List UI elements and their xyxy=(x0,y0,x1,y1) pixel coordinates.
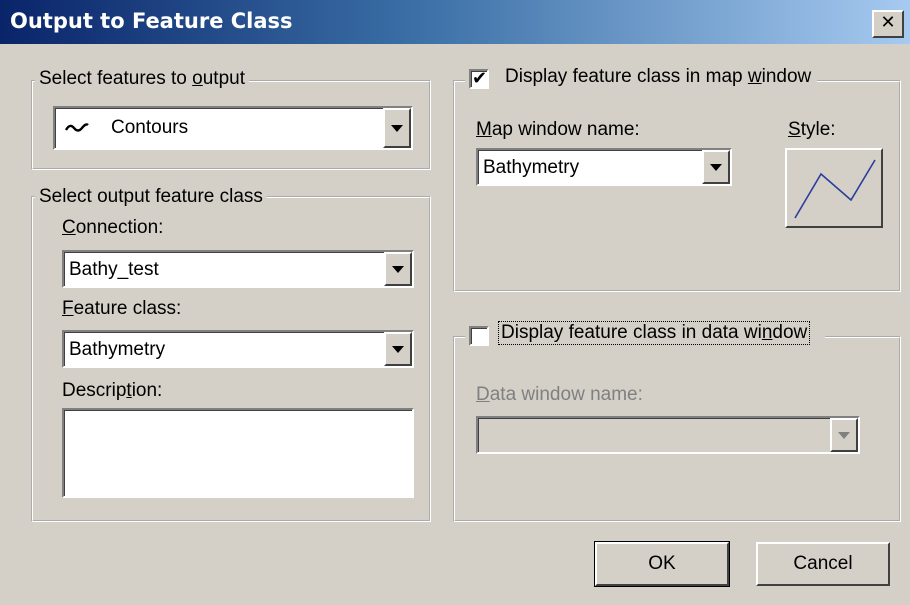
feature-class-dropdown-button[interactable] xyxy=(384,332,412,366)
map-window-checkbox[interactable]: ✔ xyxy=(469,68,489,89)
features-combo[interactable]: Contours xyxy=(53,106,413,150)
description-label: Description: xyxy=(62,380,163,401)
feature-class-value: Bathymetry xyxy=(69,339,166,360)
data-window-legend: Display feature class in data window Dis… xyxy=(465,321,826,350)
close-icon: ✕ xyxy=(880,12,896,33)
features-dropdown-button[interactable] xyxy=(383,108,411,148)
style-label: Style: xyxy=(788,119,836,140)
connection-label: Connection: xyxy=(62,217,164,238)
line-style-preview-icon xyxy=(794,159,876,219)
features-value: Contours xyxy=(111,117,189,138)
ok-button[interactable]: OK xyxy=(594,541,730,587)
cancel-button[interactable]: Cancel xyxy=(756,542,890,586)
map-window-name-value: Bathymetry xyxy=(483,157,580,178)
style-button[interactable] xyxy=(785,148,883,228)
close-button[interactable]: ✕ xyxy=(872,10,904,38)
output-class-legend: Select output feature class xyxy=(35,186,267,208)
feature-class-label: Feature class: xyxy=(62,298,182,319)
data-window-checkbox[interactable] xyxy=(469,326,489,346)
data-window-name-label: Data window name: xyxy=(476,384,643,405)
map-window-label: Display feature class in map window xyxy=(505,66,812,87)
connection-combo[interactable]: Bathy_test xyxy=(62,250,414,288)
connection-dropdown-button[interactable] xyxy=(384,252,412,286)
map-window-legend: ✔ Display feature class in map window xyxy=(465,66,818,92)
checkmark-icon: ✔ xyxy=(472,68,488,89)
window-title: Output to Feature Class xyxy=(10,9,293,33)
connection-value: Bathy_test xyxy=(69,259,159,280)
map-window-name-dropdown-button[interactable] xyxy=(702,150,730,184)
description-input[interactable] xyxy=(62,408,414,498)
select-features-legend: Select features to output xyxy=(35,68,249,90)
data-window-name-combo[interactable] xyxy=(476,416,860,454)
data-window-name-dropdown-button[interactable] xyxy=(830,418,858,452)
data-window-label: Display feature class in data window xyxy=(497,321,811,345)
line-feature-icon xyxy=(64,123,89,132)
map-window-name-label: Map window name: xyxy=(476,119,640,140)
feature-class-combo[interactable]: Bathymetry xyxy=(62,330,414,368)
map-window-name-combo[interactable]: Bathymetry xyxy=(476,148,732,186)
